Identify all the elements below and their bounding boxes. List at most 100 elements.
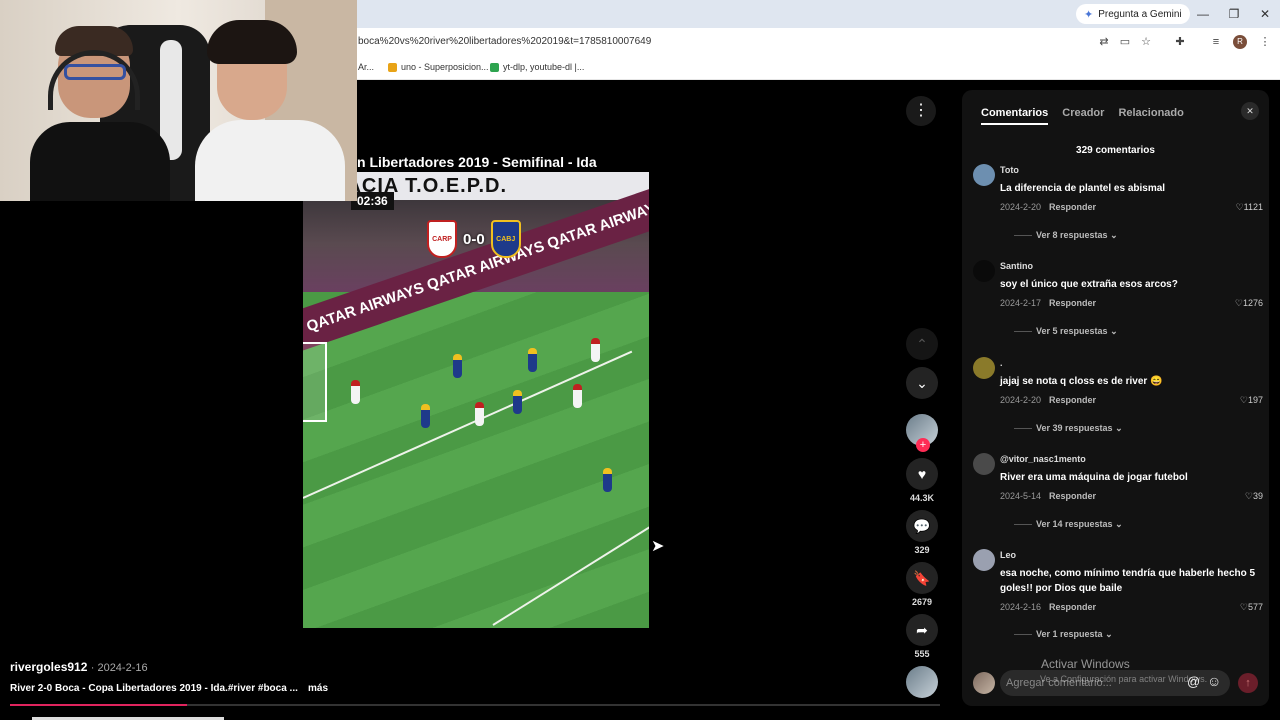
translate-icon[interactable]: ⇄ <box>1097 35 1111 49</box>
player <box>603 468 612 492</box>
comment-user[interactable]: @vitor_nasc1mento <box>1000 454 1086 464</box>
reply-button[interactable]: Responder <box>1049 395 1096 405</box>
bookmark-favicon-icon <box>388 62 397 72</box>
avatar[interactable] <box>973 260 995 282</box>
extensions-icon[interactable]: ✚ <box>1173 35 1187 49</box>
cast-icon[interactable]: ▭ <box>1118 35 1132 49</box>
comment-user[interactable]: Santino <box>1000 261 1033 271</box>
bookmark-label: yt-dlp, youtube-dl |... <box>503 62 585 72</box>
bookmark-icon[interactable]: 🔖 <box>906 562 938 594</box>
comment-user[interactable]: . <box>1000 358 1003 368</box>
share-count: 555 <box>914 649 930 659</box>
gemini-spark-icon: ✦ <box>1084 8 1094 21</box>
avatar[interactable] <box>973 357 995 379</box>
comment-bubble-icon[interactable]: 💬 <box>906 510 938 542</box>
bookmark-item[interactable]: uno - Superposicion... <box>388 62 489 72</box>
comment-like[interactable]: ♡1276 <box>1235 298 1263 309</box>
like-heart-icon[interactable]: ♥ <box>906 458 938 490</box>
view-replies-button[interactable]: Ver 14 respuestas ⌄ <box>1014 519 1123 530</box>
close-window-icon[interactable]: ✕ <box>1256 5 1274 23</box>
mouse-cursor-icon: ➤ <box>651 538 665 555</box>
profile-avatar[interactable]: R <box>1233 35 1247 49</box>
more-link[interactable]: más <box>308 683 328 694</box>
bookmark-item[interactable]: Ar... <box>358 62 374 72</box>
match-timer: 02:36 <box>351 192 394 210</box>
view-replies-label: Ver 5 respuestas <box>1036 326 1108 336</box>
comment-total: 329 comentarios <box>1076 145 1155 156</box>
reply-button[interactable]: Responder <box>1049 202 1096 212</box>
emoji-icon[interactable]: ☺ <box>1207 673 1221 689</box>
more-options-icon[interactable]: ⋮ <box>906 96 936 126</box>
restore-icon[interactable]: ❐ <box>1225 5 1243 23</box>
view-replies-button[interactable]: Ver 8 respuestas ⌄ <box>1014 230 1118 241</box>
bookmark-star-icon[interactable]: ☆ <box>1139 35 1153 49</box>
comment-user[interactable]: Leo <box>1000 550 1016 560</box>
previous-video-icon[interactable]: ⌃ <box>906 328 938 360</box>
browser-menu-icon[interactable]: ⋮ <box>1258 35 1272 49</box>
windows-activation-text: Ve a Configuración para activar Windows. <box>1040 674 1208 684</box>
tab-creador[interactable]: Creador <box>1062 107 1104 125</box>
author-name[interactable]: rivergoles912 <box>10 660 87 674</box>
reply-button[interactable]: Responder <box>1049 298 1096 308</box>
avatar[interactable] <box>973 164 995 186</box>
player <box>351 380 360 404</box>
avatar[interactable] <box>973 549 995 571</box>
reply-button[interactable]: Responder <box>1049 491 1096 501</box>
url-text[interactable]: boca%20vs%20river%20libertadores%202019&… <box>358 36 651 47</box>
chevron-down-icon: ⌄ <box>1115 423 1123 433</box>
next-video-icon[interactable]: ⌄ <box>906 367 938 399</box>
comment-like[interactable]: ♡197 <box>1240 395 1263 406</box>
boca-crest-icon: CABJ <box>490 220 521 258</box>
divider <box>1014 331 1032 333</box>
comment-meta: 2024-5-14 Responder <box>1000 491 1096 501</box>
player <box>528 348 537 372</box>
gemini-button[interactable]: ✦ Pregunta a Gemini <box>1076 4 1190 24</box>
comment-meta: 2024-2-20 Responder <box>1000 395 1096 405</box>
player <box>513 390 522 414</box>
send-arrow-icon[interactable]: ↑ <box>1238 673 1258 693</box>
comment-meta: 2024-2-16 Responder <box>1000 602 1096 612</box>
music-disc-avatar[interactable] <box>906 666 938 698</box>
divider <box>1014 524 1032 526</box>
reading-list-icon[interactable]: ≡ <box>1209 35 1223 49</box>
player <box>591 338 600 362</box>
video-player[interactable]: RACIA T.O.E.P.D. QATAR AIRWAYS QATAR AIR… <box>303 172 649 628</box>
share-arrow-icon[interactable]: ➦ <box>906 614 938 646</box>
comment-like[interactable]: ♡39 <box>1245 491 1263 502</box>
view-replies-button[interactable]: Ver 1 respuesta ⌄ <box>1014 629 1113 640</box>
comment-text: jajaj se nota q closs es de river 😄 <box>1000 376 1163 387</box>
webcam-overlay <box>0 0 357 201</box>
comment-meta: 2024-2-20 Responder <box>1000 202 1096 212</box>
comment-date: 2024-5-14 <box>1000 491 1042 501</box>
close-panel-icon[interactable]: ✕ <box>1241 102 1259 120</box>
comment-date: 2024-2-17 <box>1000 298 1042 308</box>
score-value: 0-0 <box>463 230 485 248</box>
comment-date: 2024-2-20 <box>1000 395 1042 405</box>
heart-outline-icon: ♡ <box>1235 202 1244 212</box>
view-replies-label: Ver 8 respuestas <box>1036 230 1108 240</box>
screen: ✦ Pregunta a Gemini — ❐ ✕ boca%20vs%20ri… <box>0 0 1280 720</box>
view-replies-button[interactable]: Ver 39 respuestas ⌄ <box>1014 423 1123 434</box>
tab-comentarios[interactable]: Comentarios <box>981 107 1049 125</box>
minimize-icon[interactable]: — <box>1194 5 1212 23</box>
bookmark-label: Ar... <box>358 62 375 72</box>
player <box>453 354 462 378</box>
follow-plus-icon[interactable]: + <box>916 438 930 452</box>
goal <box>303 342 327 422</box>
gemini-label: Pregunta a Gemini <box>1098 8 1182 20</box>
avatar[interactable] <box>973 453 995 475</box>
view-replies-label: Ver 1 respuesta <box>1036 629 1103 639</box>
view-replies-button[interactable]: Ver 5 respuestas ⌄ <box>1014 326 1118 337</box>
comment-like[interactable]: ♡577 <box>1240 602 1263 613</box>
video-author[interactable]: rivergoles912 · 2024-2-16 <box>10 660 148 674</box>
player <box>421 404 430 428</box>
comment-date: 2024-2-16 <box>1000 602 1042 612</box>
video-progress-bar[interactable] <box>10 704 940 706</box>
windows-activation-title: Activar Windows <box>1041 657 1130 671</box>
bookmark-item[interactable]: yt-dlp, youtube-dl |... <box>490 62 584 72</box>
tab-relacionado[interactable]: Relacionado <box>1118 107 1183 125</box>
reply-button[interactable]: Responder <box>1049 602 1096 612</box>
comment-like[interactable]: ♡1121 <box>1236 202 1263 213</box>
comment-user[interactable]: Toto <box>1000 165 1019 175</box>
guest-person <box>195 20 345 201</box>
